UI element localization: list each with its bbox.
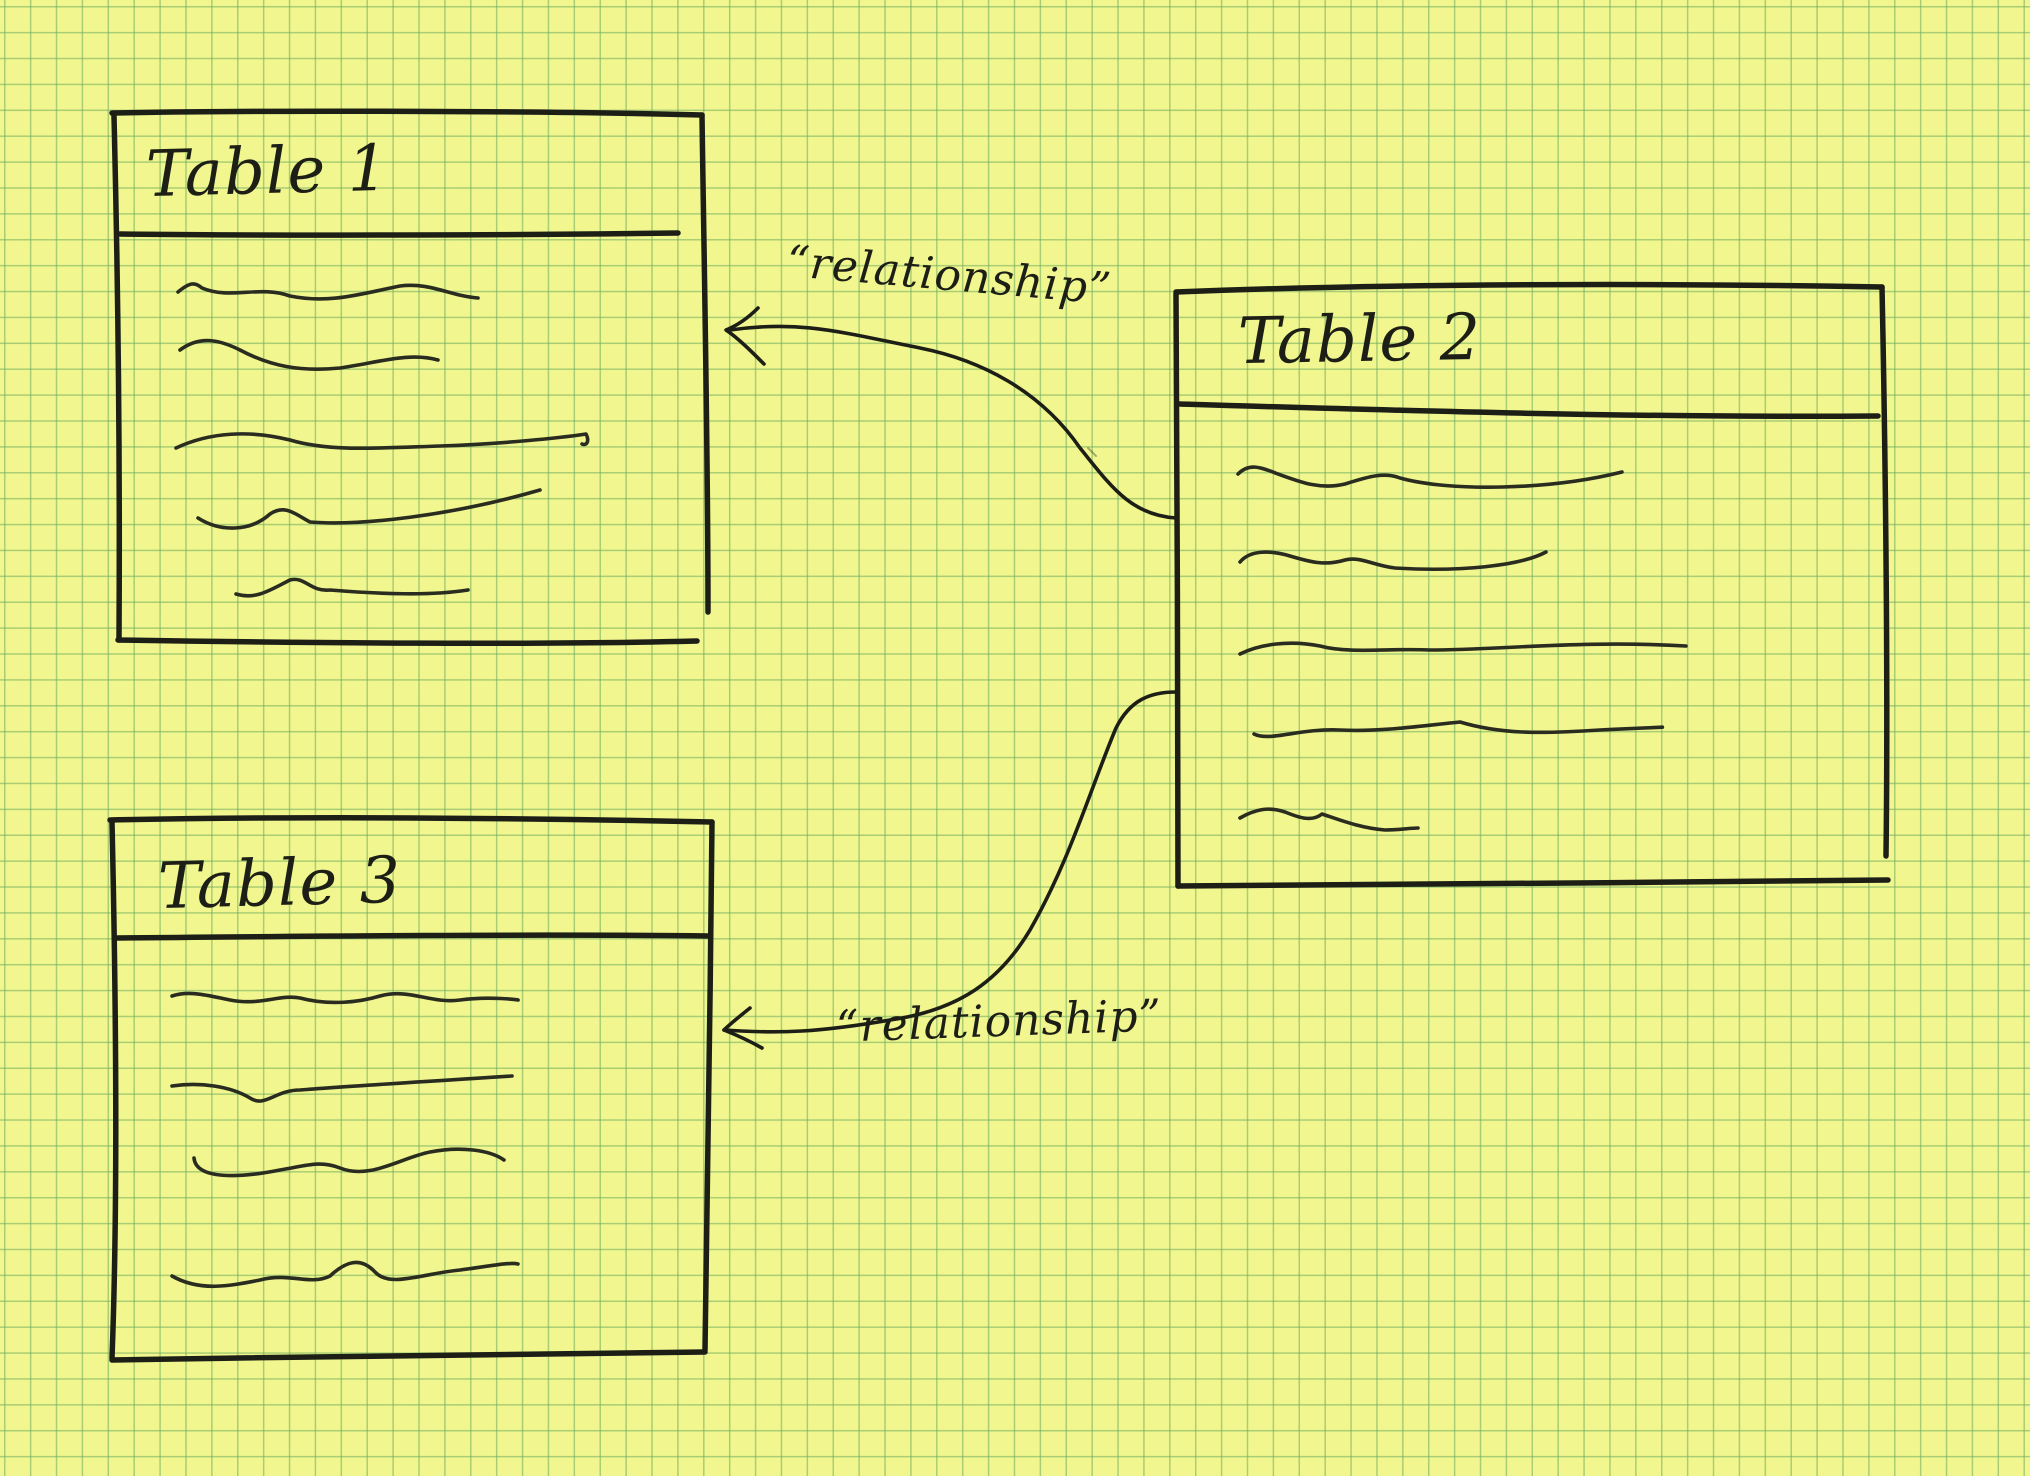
table-2-row-squiggle [1238, 807, 1420, 832]
arrowhead-icon [722, 1006, 764, 1050]
table-3-title: Table 3 [157, 843, 403, 925]
table-3-row-squiggle [170, 1260, 520, 1289]
graph-paper-canvas: Table 1 Table 2 Table 3 “relationship” “… [0, 0, 2030, 1476]
table-2-header-divider [1177, 401, 1881, 420]
table-3-row-squiggle [170, 1074, 514, 1103]
table-1-row-squiggle [178, 338, 440, 371]
table-1-title: Table 1 [145, 131, 391, 213]
table-2-row-squiggle [1238, 641, 1688, 656]
diagram-sketch [107, 108, 1891, 1363]
table-1-rows [174, 282, 590, 598]
table-1-row-squiggle [234, 577, 470, 598]
table-1-row-squiggle [174, 432, 590, 451]
table-1-row-squiggle [196, 488, 542, 530]
table-3-rows [170, 991, 520, 1289]
pencil-smudge [1087, 447, 1097, 457]
table-3-row-squiggle [170, 991, 520, 1005]
table-2-title: Table 2 [1237, 300, 1482, 380]
relationship-connector-table2-to-table1 [724, 306, 1178, 520]
table-1-row-squiggle [176, 282, 480, 301]
connector-curve [722, 690, 1178, 1034]
table-2-rows [1236, 465, 1688, 832]
table-3-row-squiggle [192, 1147, 506, 1178]
table-2-row-squiggle [1236, 465, 1624, 489]
arrowhead-icon [724, 306, 766, 366]
connector-curve [728, 324, 1178, 520]
table-3-header-divider [113, 932, 711, 941]
table-2-row-squiggle [1238, 550, 1548, 571]
table-1-header-divider [117, 230, 681, 238]
relationship-label-2: “relationship” [835, 990, 1163, 1053]
table-2-row-squiggle [1252, 720, 1664, 739]
